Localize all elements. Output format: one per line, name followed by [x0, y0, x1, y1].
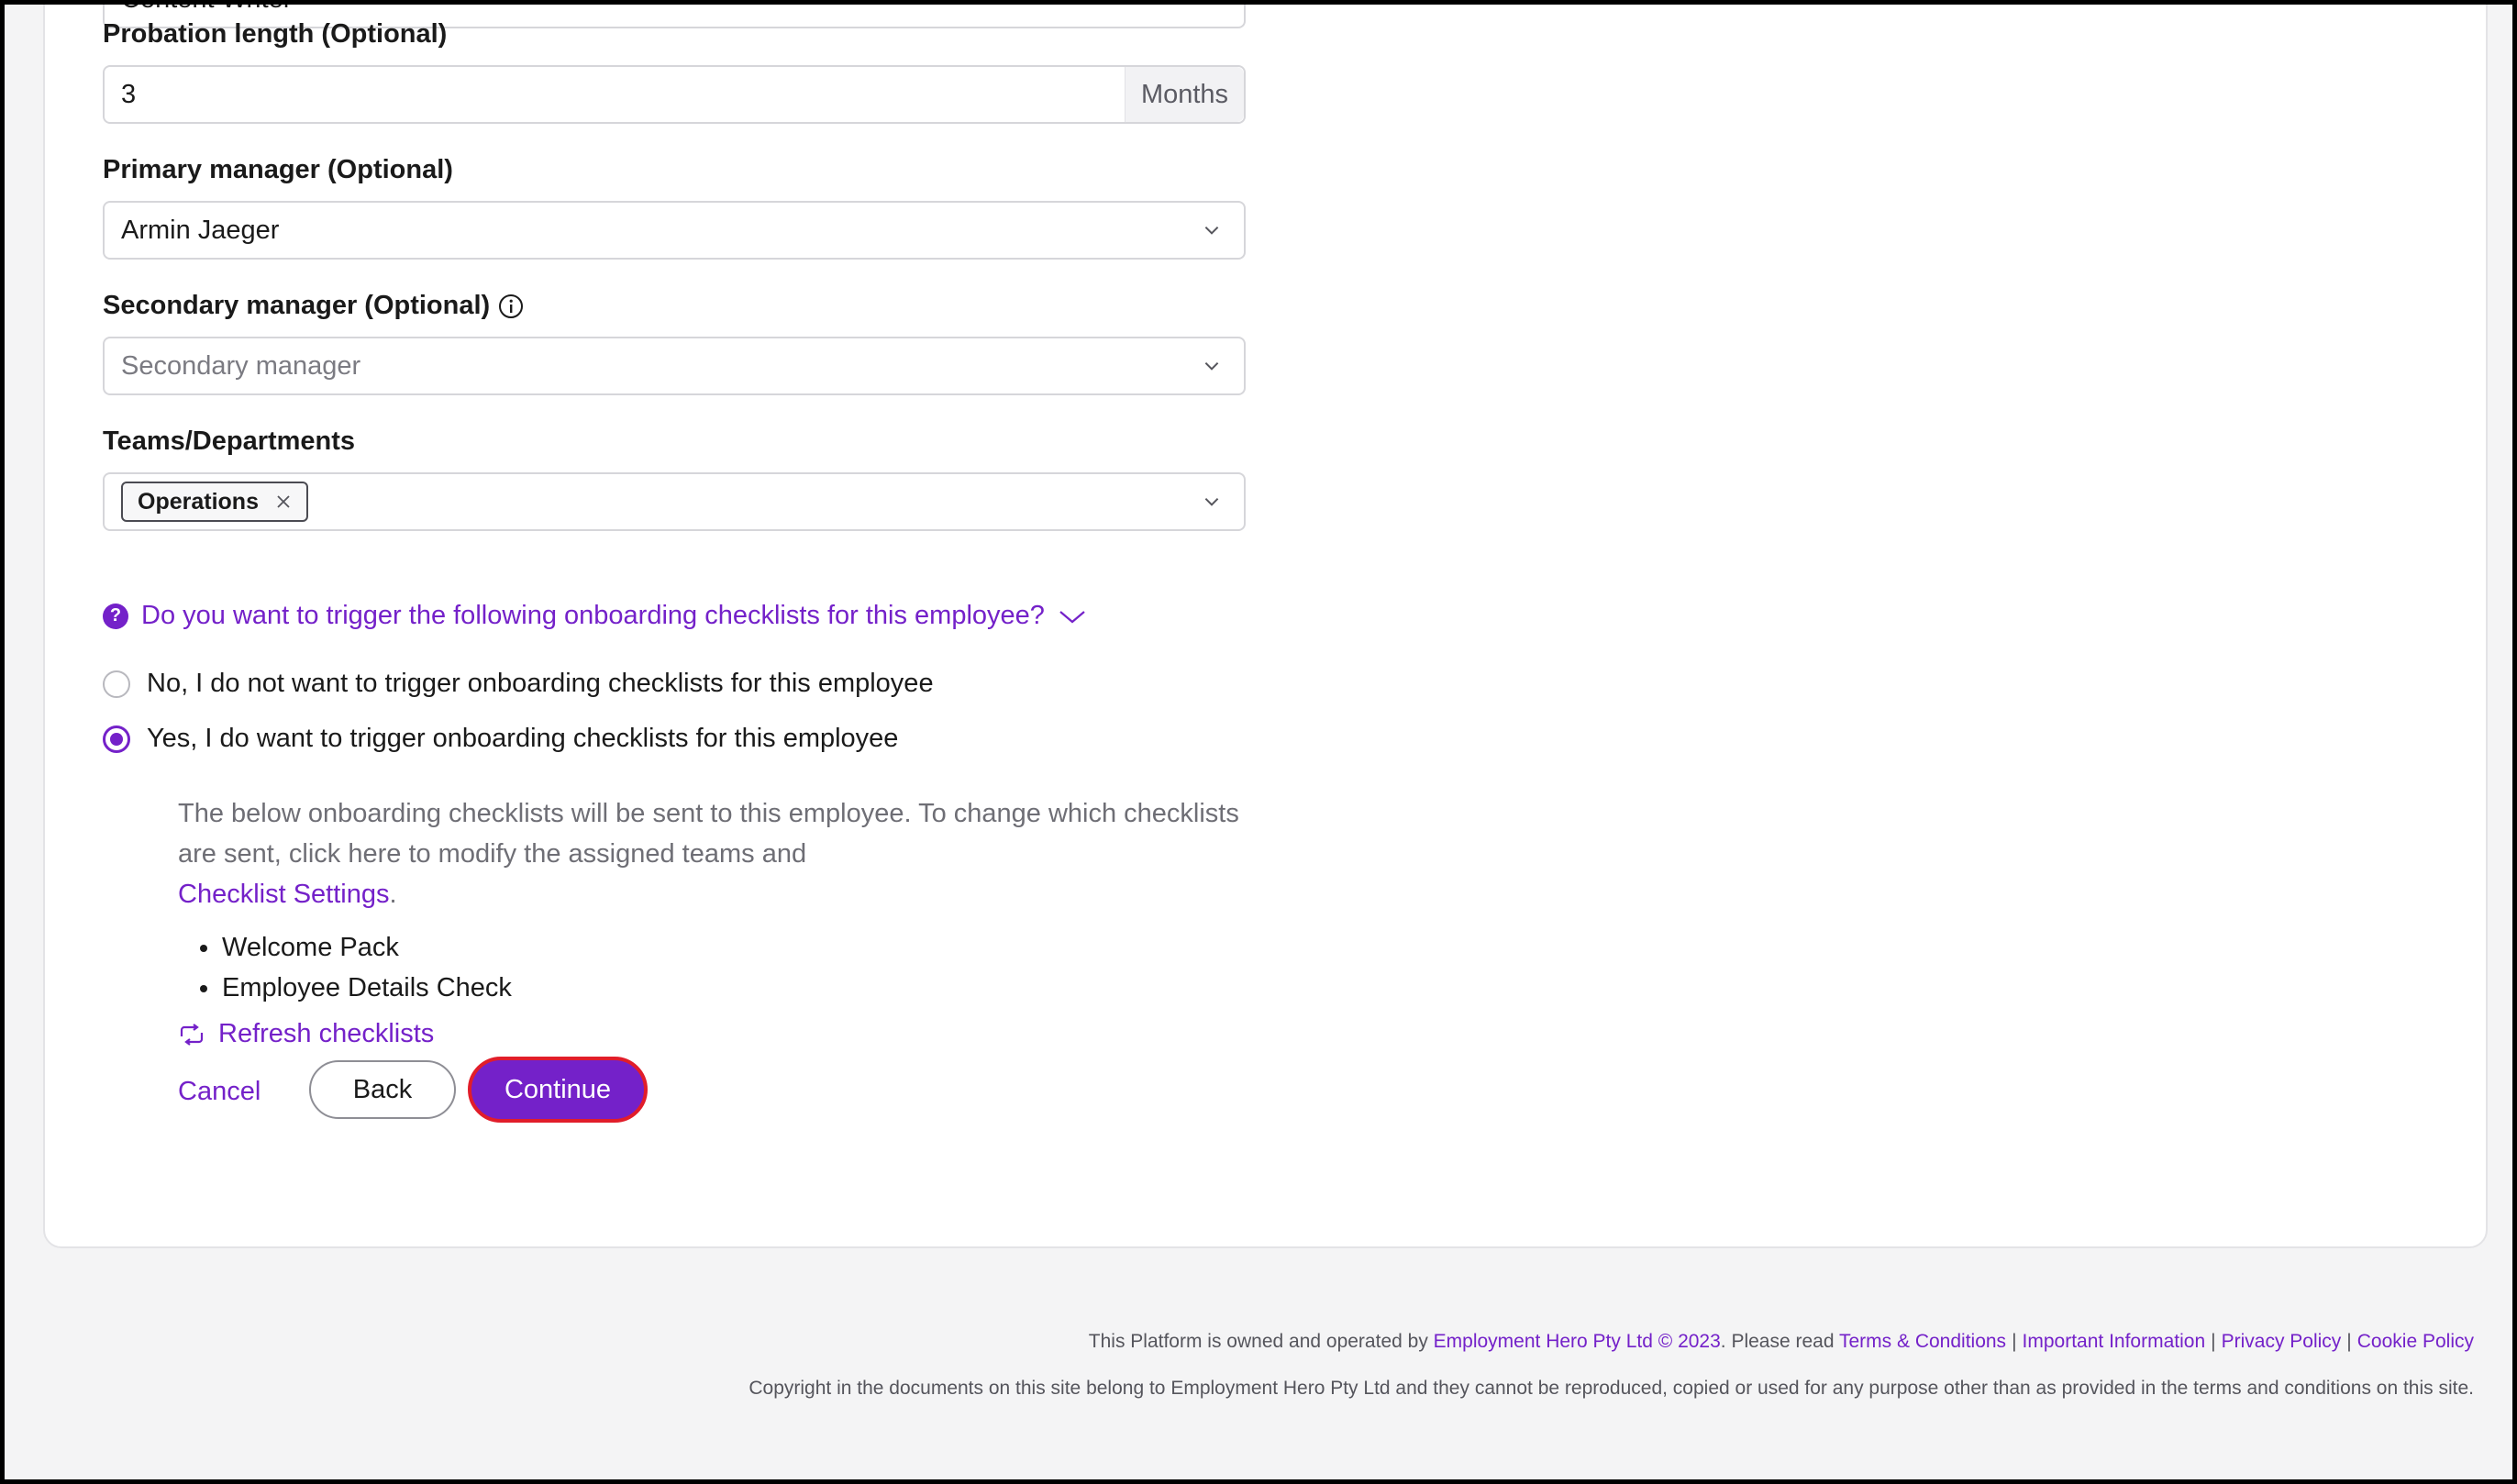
checklist-settings-link[interactable]: Checklist Settings — [178, 880, 390, 909]
radio-option-yes[interactable]: Yes, I do want to trigger onboarding che… — [103, 724, 898, 754]
job-title-value: Content Writer — [121, 5, 1202, 15]
explanation-text: The below onboarding checklists will be … — [178, 799, 1239, 869]
list-item: Welcome Pack — [178, 927, 512, 968]
radio-button-yes[interactable] — [103, 725, 130, 753]
chevron-down-icon — [1204, 497, 1219, 506]
list-item: Employee Details Check — [178, 968, 512, 1008]
secondary-manager-select[interactable]: Secondary manager — [103, 337, 1246, 395]
chevron-down-icon — [1204, 226, 1219, 235]
primary-manager-value: Armin Jaeger — [121, 215, 280, 245]
radio-label-yes: Yes, I do want to trigger onboarding che… — [147, 724, 899, 753]
close-icon[interactable] — [275, 493, 292, 510]
form-card: Content Writer Probation length (Optiona… — [43, 5, 2488, 1248]
radio-option-no[interactable]: No, I do not want to trigger onboarding … — [103, 669, 934, 699]
team-tag-label: Operations — [138, 488, 259, 515]
footer-read-text: . Please read — [1720, 1331, 1839, 1352]
chevron-down-icon — [1059, 610, 1085, 623]
continue-button[interactable]: Continue — [468, 1057, 648, 1123]
chevron-down-icon — [1204, 361, 1219, 371]
refresh-icon — [180, 1023, 204, 1046]
important-info-link[interactable]: Important Information — [2023, 1331, 2206, 1352]
refresh-label: Refresh checklists — [218, 1019, 435, 1048]
checklist-explanation: The below onboarding checklists will be … — [178, 793, 1279, 914]
explanation-suffix: . — [389, 880, 397, 909]
probation-label: Probation length (Optional) — [103, 19, 447, 50]
back-button[interactable]: Back — [309, 1060, 456, 1119]
page-viewport: Content Writer Probation length (Optiona… — [5, 5, 2512, 1479]
question-icon: ? — [103, 603, 128, 629]
probation-label-text: Probation length (Optional) — [103, 19, 448, 49]
footer-separator: | — [2012, 1331, 2017, 1352]
primary-manager-label-text: Primary manager (Optional) — [103, 155, 453, 184]
secondary-manager-label: Secondary manager (Optional) — [103, 291, 525, 321]
footer-separator: | — [2346, 1331, 2352, 1352]
team-tag-operations: Operations — [121, 482, 308, 522]
info-icon[interactable] — [497, 293, 525, 320]
probation-input[interactable]: 3 Months — [103, 65, 1246, 124]
secondary-manager-label-text: Secondary manager (Optional) — [103, 291, 491, 320]
footer-prefix: This Platform is owned and operated by — [1088, 1331, 1434, 1352]
teams-tag-area: Operations — [121, 482, 1202, 522]
radio-label-no: No, I do not want to trigger onboarding … — [147, 669, 934, 698]
teams-label: Teams/Departments — [103, 426, 355, 457]
primary-manager-label: Primary manager (Optional) — [103, 155, 453, 185]
primary-manager-select[interactable]: Armin Jaeger — [103, 201, 1246, 260]
terms-link[interactable]: Terms & Conditions — [1839, 1331, 2006, 1352]
teams-multiselect[interactable]: Operations — [103, 472, 1246, 531]
cookie-policy-link[interactable]: Cookie Policy — [2357, 1331, 2474, 1352]
secondary-manager-placeholder: Secondary manager — [121, 350, 361, 381]
privacy-policy-link[interactable]: Privacy Policy — [2222, 1331, 2342, 1352]
refresh-checklists-button[interactable]: Refresh checklists — [178, 1019, 434, 1049]
footer-copyright: Copyright in the documents on this site … — [748, 1378, 2474, 1399]
footer-ownership: This Platform is owned and operated by E… — [1089, 1331, 2474, 1353]
radio-button-no[interactable] — [103, 670, 130, 698]
onboarding-question-toggle[interactable]: ? Do you want to trigger the following o… — [103, 601, 1087, 631]
probation-value: 3 — [121, 79, 137, 109]
teams-label-text: Teams/Departments — [103, 426, 356, 456]
footer-separator: | — [2211, 1331, 2216, 1352]
chevron-down-icon — [1202, 5, 1222, 9]
checklist-list: Welcome Pack Employee Details Check — [178, 927, 512, 1008]
cancel-button[interactable]: Cancel — [178, 1059, 261, 1124]
footer-company-link[interactable]: Employment Hero Pty Ltd © 2023 — [1434, 1331, 1721, 1352]
onboarding-question-text: Do you want to trigger the following onb… — [141, 601, 1045, 630]
probation-suffix: Months — [1125, 67, 1244, 122]
